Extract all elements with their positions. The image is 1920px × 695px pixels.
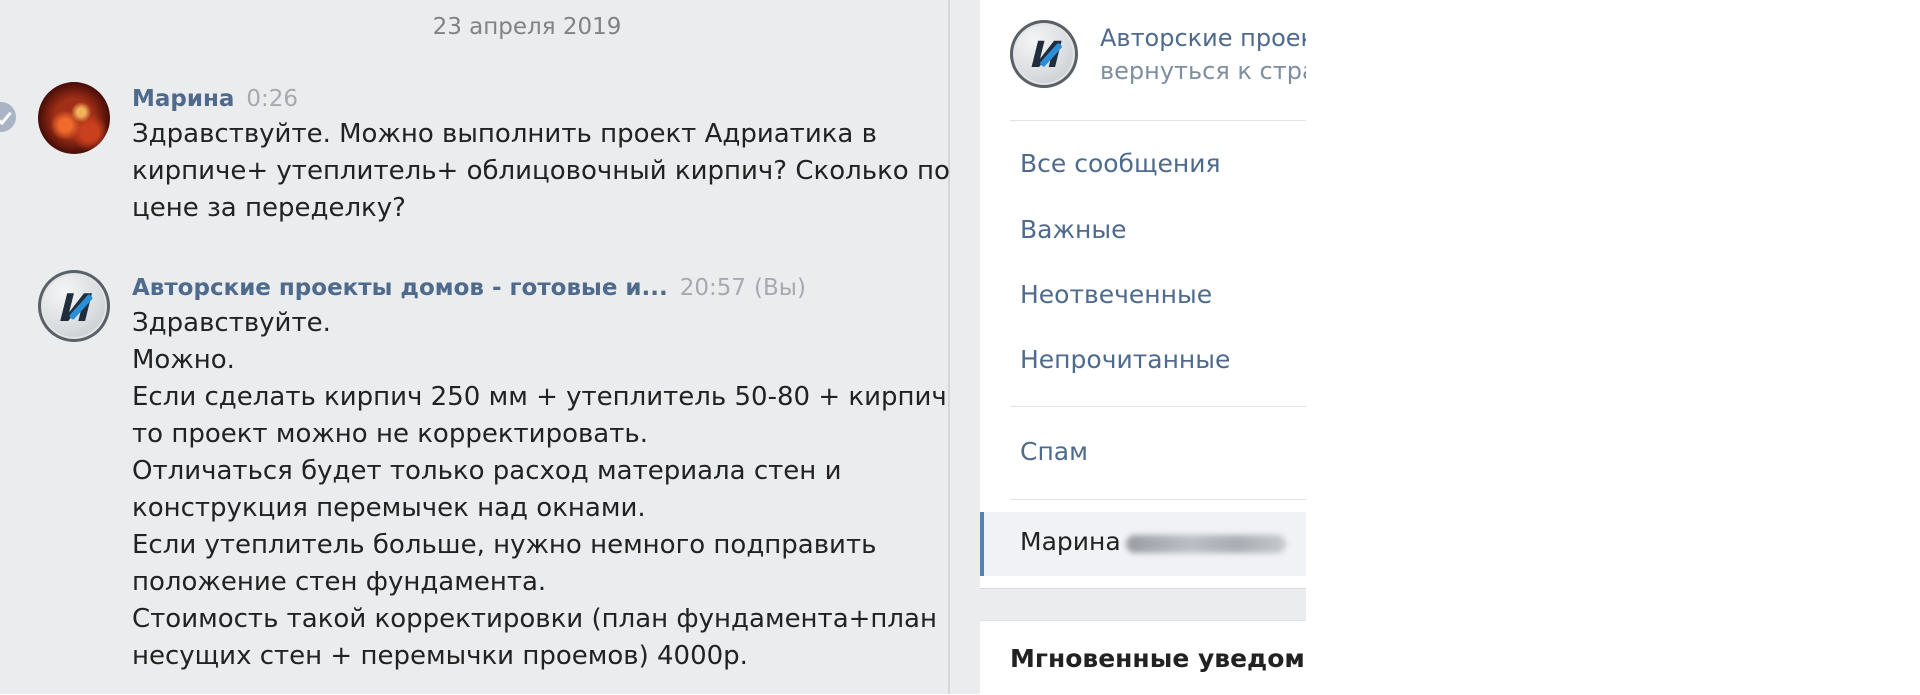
active-conversation-name[interactable]: Марина	[1020, 527, 1121, 556]
message-line: конструкция перемычек над окнами.	[132, 493, 646, 523]
message-line: Здравствуйте.	[132, 308, 331, 338]
message-line: Если утеплитель больше, нужно немного по…	[132, 530, 877, 560]
message-line: Отличаться будет только расход материала…	[132, 456, 842, 486]
message-line: то проект можно не корректировать.	[132, 419, 648, 449]
redacted-surname	[1126, 535, 1286, 553]
avatar[interactable]	[38, 82, 110, 154]
message-line: положение стен фундамента.	[132, 567, 547, 597]
message-line: Стоимость такой корректировки (план фунд…	[132, 604, 937, 634]
menu-divider	[1010, 120, 1306, 121]
message-author-link[interactable]: Авторские проекты домов - готовые и...	[132, 275, 668, 301]
menu-item-all-messages[interactable]: Все сообщения	[1020, 149, 1221, 178]
group-logo-icon[interactable]: И	[38, 270, 110, 342]
menu-item-spam[interactable]: Спам	[1020, 437, 1088, 466]
message-header: Марина 0:26	[132, 86, 298, 112]
message-header: Авторские проекты домов - готовые и... 20…	[132, 275, 806, 301]
menu-item-unread[interactable]: Непрочитанные	[1020, 345, 1230, 374]
menu-item-unanswered[interactable]: Неотвеченные	[1020, 280, 1212, 309]
message-text: Здравствуйте. Можно выполнить проект Адр…	[132, 116, 950, 227]
group-logo-icon[interactable]: И	[1010, 20, 1078, 88]
menu-divider	[1010, 499, 1306, 500]
message-line: кирпиче+ утеплитель+ облицовочный кирпич…	[132, 156, 950, 186]
message-line: Если сделать кирпич 250 мм + утеплитель …	[132, 382, 1013, 412]
message-time[interactable]: 20:57	[680, 275, 746, 301]
message-line: Здравствуйте. Можно выполнить проект Адр…	[132, 119, 877, 149]
group-title-link[interactable]: Авторские проект	[1100, 24, 1329, 52]
menu-divider	[1010, 406, 1306, 407]
back-to-page-link[interactable]: вернуться к стра	[1100, 57, 1317, 85]
message-line: несущих стен + перемычки проемов) 4000р.	[132, 641, 748, 671]
blank-area	[1306, 0, 1920, 694]
menu-item-important[interactable]: Важные	[1020, 215, 1126, 244]
date-separator: 23 апреля 2019	[432, 14, 622, 40]
message-text: Здравствуйте. Можно. Если сделать кирпич…	[132, 305, 1013, 675]
message-time[interactable]: 0:26	[246, 86, 298, 112]
message-author-link[interactable]: Марина	[132, 86, 234, 112]
message-line: Можно.	[132, 345, 235, 375]
message-line: цене за переделку?	[132, 193, 406, 223]
own-message-label: (Вы)	[754, 275, 806, 301]
